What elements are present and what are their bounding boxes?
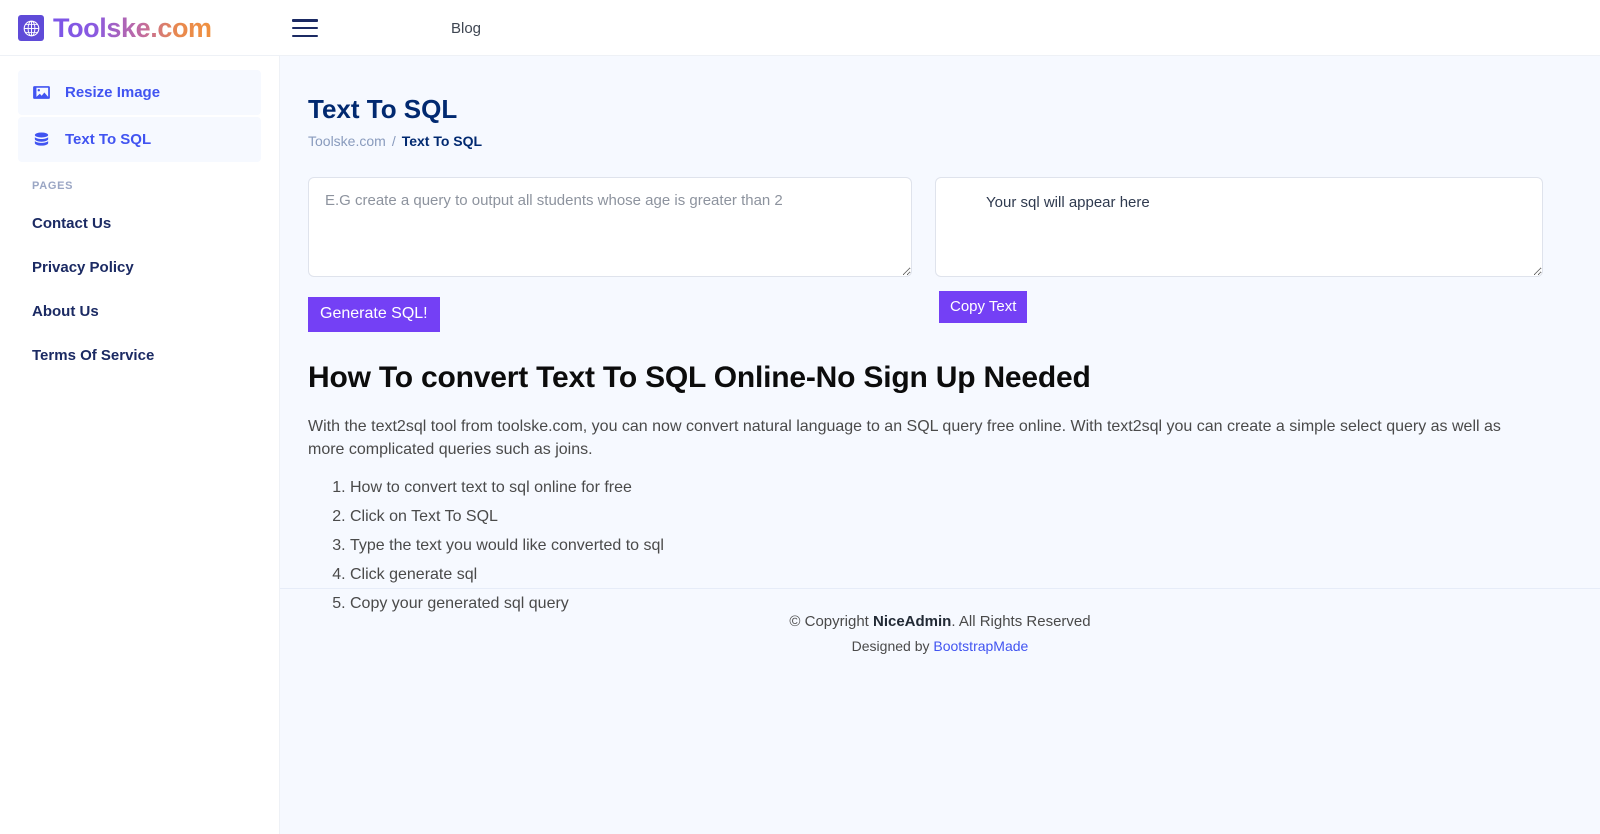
copyright-suffix: . All Rights Reserved — [951, 613, 1090, 630]
main-content: Text To SQL Toolske.com / Text To SQL Gene… — [280, 56, 1600, 834]
brand-name: Toolske.com — [53, 13, 212, 44]
text-input-textarea[interactable] — [308, 177, 912, 277]
sidebar-item-privacy-policy[interactable]: Privacy Policy — [18, 246, 261, 290]
sql-output-textarea[interactable] — [935, 177, 1543, 277]
credits-link[interactable]: BootstrapMade — [933, 638, 1028, 654]
copyright-prefix: © Copyright — [789, 613, 873, 630]
brand-logo[interactable]: Toolske.com — [18, 0, 212, 56]
generate-sql-button[interactable]: Generate SQL! — [308, 297, 440, 332]
hamburger-line — [292, 19, 318, 22]
sidebar-item-contact-us[interactable]: Contact Us — [18, 202, 261, 246]
sidebar-item-about-us[interactable]: About Us — [18, 290, 261, 334]
copyright-brand: NiceAdmin — [873, 613, 951, 630]
copyright-text: © Copyright NiceAdmin. All Rights Reserv… — [280, 613, 1600, 630]
sidebar-item-terms-of-service[interactable]: Terms Of Service — [18, 334, 261, 378]
nav-link-blog[interactable]: Blog — [451, 20, 481, 37]
globe-icon — [18, 15, 44, 41]
sidebar-item-resize-image[interactable]: Resize Image — [18, 70, 261, 115]
output-textarea-wrapper — [935, 177, 1543, 282]
image-icon — [32, 83, 51, 102]
hamburger-line — [292, 35, 318, 38]
article-paragraph: With the text2sql tool from toolske.com,… — [308, 415, 1538, 461]
page-title: Text To SQL — [308, 94, 1600, 125]
sidebar: Resize Image Text To SQL PAGES Contact U… — [0, 56, 280, 834]
hamburger-menu-icon[interactable] — [292, 16, 318, 40]
top-header: Toolske.com Blog — [0, 0, 1600, 56]
breadcrumb-root-link[interactable]: Toolske.com — [308, 133, 386, 149]
info-article: How To convert Text To SQL Online-No Sig… — [308, 361, 1600, 616]
list-item: How to convert text to sql online for fr… — [350, 477, 1560, 500]
database-icon — [32, 130, 51, 149]
article-heading: How To convert Text To SQL Online-No Sig… — [308, 361, 1560, 395]
credits-text: Designed by BootstrapMade — [280, 638, 1600, 654]
sidebar-item-label: Resize Image — [65, 84, 160, 101]
converter-io-row — [280, 177, 1600, 277]
list-item: Type the text you would like converted t… — [350, 535, 1560, 558]
copy-text-button[interactable]: Copy Text — [939, 291, 1027, 323]
header-nav: Blog — [0, 0, 1600, 56]
breadcrumb-current: Text To SQL — [402, 133, 482, 149]
page-footer: © Copyright NiceAdmin. All Rights Reserv… — [280, 588, 1600, 654]
list-item: Click on Text To SQL — [350, 506, 1560, 529]
action-button-row: Generate SQL! Copy Text — [280, 291, 1600, 347]
sidebar-item-label: Text To SQL — [65, 131, 151, 148]
input-textarea-wrapper — [308, 177, 912, 282]
breadcrumb-separator: / — [392, 133, 396, 149]
credits-prefix: Designed by — [852, 638, 934, 654]
list-item: Click generate sql — [350, 564, 1560, 587]
breadcrumb: Toolske.com / Text To SQL — [308, 133, 1600, 149]
hamburger-line — [292, 27, 318, 30]
sidebar-item-text-to-sql[interactable]: Text To SQL — [18, 117, 261, 162]
sidebar-section-heading-pages: PAGES — [18, 180, 261, 192]
